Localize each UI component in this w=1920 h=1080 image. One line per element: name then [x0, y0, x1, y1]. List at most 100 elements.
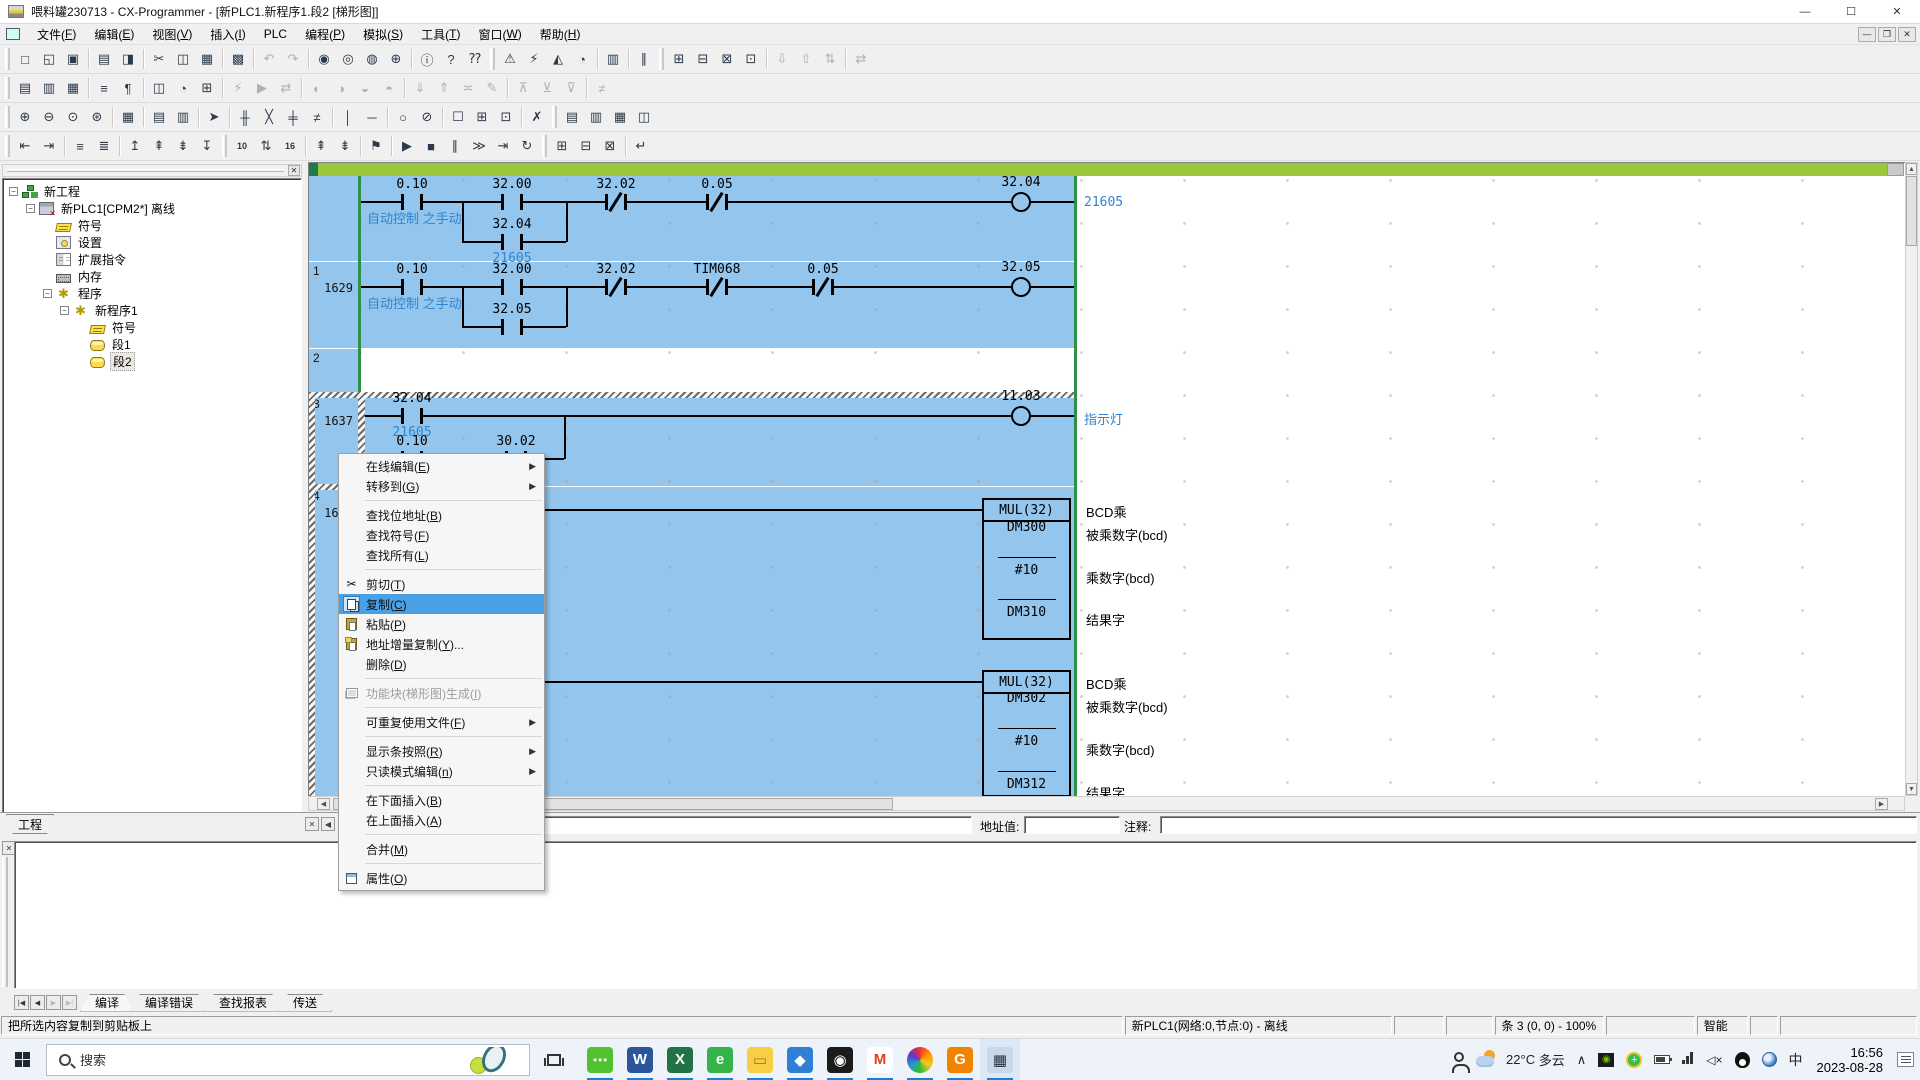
view-mnemonic-icon[interactable]: ▦	[61, 77, 85, 100]
paste-special-icon[interactable]: ▩	[226, 48, 250, 71]
expand-icon[interactable]: −	[26, 204, 35, 213]
sim-step-in-icon[interactable]: ⇥	[491, 135, 515, 158]
print-icon[interactable]: ▤	[92, 48, 116, 71]
menu-item-显示条按照[interactable]: 显示条按照(R)▶	[339, 741, 544, 761]
verify-icon[interactable]: ≍	[456, 77, 480, 100]
tab-prev-icon[interactable]: ◀	[30, 995, 45, 1010]
sim-stop-icon[interactable]: ■	[419, 135, 443, 158]
sim-reset-icon[interactable]: ↻	[515, 135, 539, 158]
online-edit-icon[interactable]: ✎	[480, 77, 504, 100]
open-project-icon[interactable]: ◱	[37, 48, 61, 71]
rung-margin-2[interactable]: 2	[309, 349, 358, 395]
taskbar-app-app-blue[interactable]: ◆	[780, 1039, 820, 1080]
tray-chevron-button[interactable]: ∧	[1571, 1039, 1593, 1080]
zoom-out-icon[interactable]: ⊖	[37, 106, 61, 129]
qq-tray-button[interactable]	[1729, 1039, 1756, 1080]
view-section-list-icon[interactable]: ▥	[37, 77, 61, 100]
ladder-right-area[interactable]	[1077, 176, 1904, 796]
online-network-icon[interactable]: ⇄	[274, 77, 298, 100]
search-program-icon[interactable]: ◭	[546, 48, 570, 71]
outdent-rung-icon[interactable]: ⇥	[37, 135, 61, 158]
scroll-down-icon[interactable]: ▼	[1906, 783, 1917, 795]
output-grip[interactable]	[2, 857, 8, 987]
scroll-left-icon[interactable]: ◀	[317, 798, 330, 810]
differential-monitor-icon[interactable]: ≠	[590, 77, 614, 100]
child-close-button[interactable]: ✕	[1898, 27, 1916, 42]
coil-32.05[interactable]	[1011, 277, 1031, 297]
tab-project[interactable]: 工程	[6, 814, 54, 834]
tab-first-icon[interactable]: |◀	[14, 995, 29, 1010]
collapse-strip-icon[interactable]: ◀	[321, 817, 335, 831]
next-rung-icon[interactable]: ⇟	[333, 135, 357, 158]
undo-icon[interactable]: ↶	[257, 48, 281, 71]
mode-run-icon[interactable]: ◓	[377, 77, 401, 100]
menubar-item-4[interactable]: 插入(I)	[201, 25, 254, 44]
window-view-2-icon[interactable]: ▥	[584, 106, 608, 129]
cross-reference-icon[interactable]: ⊞	[195, 77, 219, 100]
menu-item-地址增量复制[interactable]: 地址增量复制(Y)...	[339, 634, 544, 654]
zoom-in-icon[interactable]: ⊕	[13, 106, 37, 129]
tree-item-新程序1[interactable]: −✱新程序1	[3, 302, 301, 319]
menubar-item-8[interactable]: 工具(T)	[412, 25, 469, 44]
new-or-contact-icon[interactable]: ╪	[281, 106, 305, 129]
toolbar-grip[interactable]	[222, 135, 227, 157]
mode-debug-icon[interactable]: ◑	[329, 77, 353, 100]
ladder-editor[interactable]: 11629231637416430.1032.0032.020.0532.042…	[308, 162, 1905, 796]
paste-icon[interactable]: ▦	[195, 48, 219, 71]
toolbar-grip[interactable]	[5, 48, 10, 70]
view-ladder-icon[interactable]: ▤	[147, 106, 171, 129]
taskbar-app-browser-e[interactable]: e	[700, 1039, 740, 1080]
rung-area-2[interactable]	[358, 349, 1074, 395]
child-restore-button[interactable]: ❐	[1878, 27, 1896, 42]
show-rung-list-icon[interactable]: ≡	[68, 135, 92, 158]
menubar-item-10[interactable]: 帮助(H)	[531, 25, 590, 44]
tab-传送[interactable]: 传送	[278, 994, 332, 1012]
mode-program-icon[interactable]: ◐	[305, 77, 329, 100]
toolbar-grip[interactable]	[490, 48, 495, 70]
find-icon[interactable]: ◉	[312, 48, 336, 71]
upload-icon[interactable]: ⇑	[432, 77, 456, 100]
scroll-up-icon[interactable]: ▲	[1906, 163, 1917, 175]
online-simulator-icon[interactable]: ▶	[250, 77, 274, 100]
select-tool-icon[interactable]: ➤	[202, 106, 226, 129]
compile-all-icon[interactable]: ⚡	[522, 48, 546, 71]
contact-TIM068-nc[interactable]	[706, 279, 728, 295]
delete-tool-icon[interactable]: ✗	[525, 106, 549, 129]
coil-11.03[interactable]	[1011, 406, 1031, 426]
toggle-grid-icon[interactable]: ▦	[116, 106, 140, 129]
menu-item-查找位地址[interactable]: 查找位地址(B)	[339, 505, 544, 525]
window-memory-icon[interactable]: ⊡	[739, 48, 763, 71]
indent-rung-icon[interactable]: ⇤	[13, 135, 37, 158]
coil-32.04[interactable]	[1011, 192, 1031, 212]
scroll-right-icon[interactable]: ▶	[1875, 798, 1888, 810]
tree-item-程序[interactable]: −✱程序	[3, 285, 301, 302]
copy-icon[interactable]: ◫	[171, 48, 195, 71]
cycle-time-icon[interactable]: ◔	[171, 77, 195, 100]
format-decimal-icon[interactable]: 10	[230, 135, 254, 158]
start-button[interactable]	[0, 1039, 44, 1080]
menu-item-查找符号[interactable]: 查找符号(F)	[339, 525, 544, 545]
view-symbol-table-icon[interactable]: ▤	[13, 77, 37, 100]
menu-item-在上面插入[interactable]: 在上面插入(A)	[339, 810, 544, 830]
diff-up-icon[interactable]: ↥	[123, 135, 147, 158]
menu-item-查找所有[interactable]: 查找所有(L)	[339, 545, 544, 565]
contact-32.05[interactable]	[501, 319, 523, 335]
menu-item-在线编辑[interactable]: 在线编辑(E)▶	[339, 456, 544, 476]
new-project-icon[interactable]: □	[13, 48, 37, 71]
format-hex-icon[interactable]: 16	[278, 135, 302, 158]
insert-return-icon[interactable]: ↵	[629, 135, 653, 158]
taskbar-app-file-explorer[interactable]: ▭	[740, 1039, 780, 1080]
menu-item-转移到[interactable]: 转移到(G)▶	[339, 476, 544, 496]
redo-icon[interactable]: ↷	[281, 48, 305, 71]
ladder-hscrollbar[interactable]: ◀ ▶	[308, 796, 1905, 811]
taskbar-app-app-m[interactable]: M	[860, 1039, 900, 1080]
instruction-block-1[interactable]: MUL(32)DM300#10DM310	[982, 498, 1071, 640]
menu-item-合并[interactable]: 合并(M)	[339, 839, 544, 859]
arrange-windows-icon[interactable]: ⊠	[598, 135, 622, 158]
tree-item-新PLC1[CPM2*] 离线[interactable]: −新PLC1[CPM2*] 离线	[3, 200, 301, 217]
contact-32.04[interactable]	[401, 408, 423, 424]
menu-item-粘贴[interactable]: 粘贴(P)	[339, 614, 544, 634]
sim-run-icon[interactable]: ▶	[395, 135, 419, 158]
tree-item-段2[interactable]: 段2	[3, 353, 301, 370]
invoke-fb-icon[interactable]: ⊡	[494, 106, 518, 129]
